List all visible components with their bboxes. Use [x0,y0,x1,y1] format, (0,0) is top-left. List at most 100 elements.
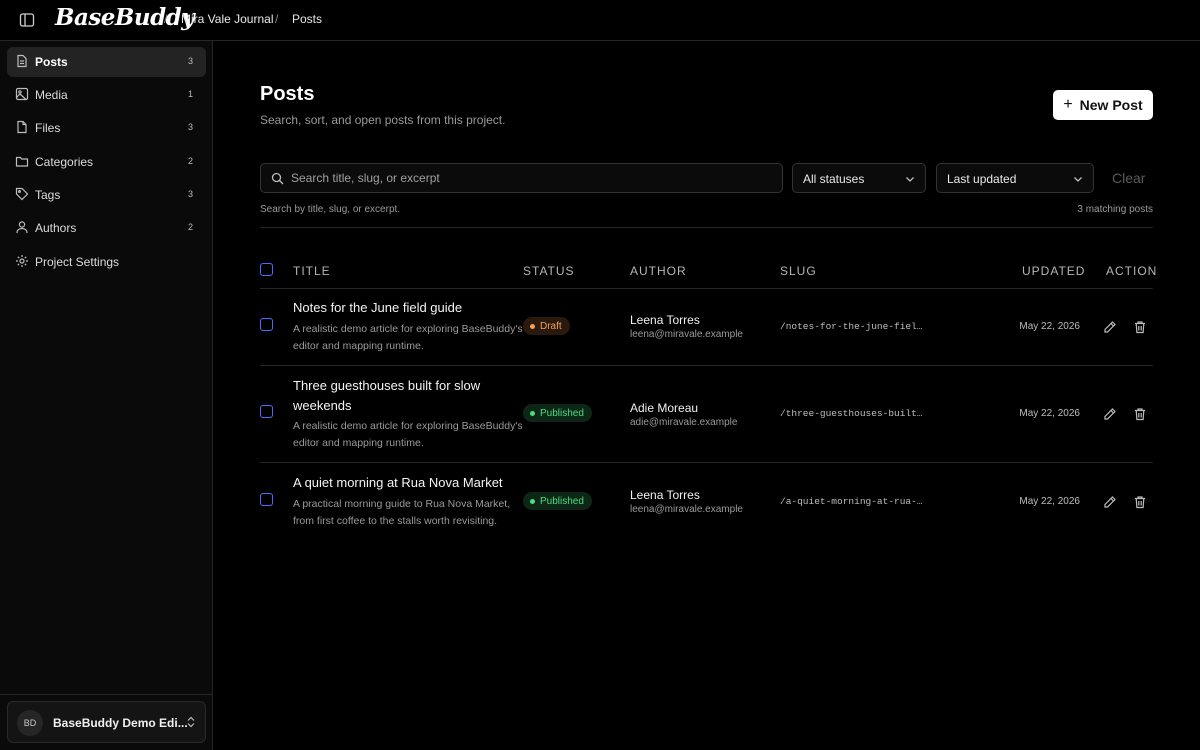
chevron-down-icon [1074,177,1082,182]
sidebar-item-label: Categories [35,155,94,169]
sidebar-item-project-settings[interactable]: Project Settings [7,247,206,277]
updated-date: May 22, 2026 [1019,321,1080,332]
chevron-up-down-icon [187,716,195,728]
sidebar-item-label: Authors [35,221,77,235]
select-all-checkbox[interactable] [260,263,273,276]
avatar: BD [17,710,43,736]
post-title[interactable]: Notes for the June field guide [293,298,498,318]
sidebar-item-count: 3 [187,189,193,199]
search-icon [271,172,284,185]
image-icon [15,87,29,101]
folder-icon [15,156,29,167]
sidebar-item-count: 1 [187,89,193,99]
tag-icon [15,187,29,201]
sidebar-item-categories[interactable]: Categories 2 [7,147,206,177]
column-header-action: ACTION [1106,264,1158,278]
workspace-switcher[interactable]: BD BaseBuddy Demo Edi... [7,701,206,743]
status-label: Published [540,495,584,507]
breadcrumb-project[interactable]: Mira Vale Journal [181,12,273,26]
sidebar-item-label: Project Settings [35,255,120,269]
new-post-label: New Post [1079,97,1143,113]
breadcrumb-separator: / [164,12,168,26]
author-name: Leena Torres [630,488,700,502]
top-bar: BaseBuddy / Mira Vale Journal / Posts [0,0,1200,41]
app-logo[interactable]: BaseBuddy [55,4,195,31]
column-header-author[interactable]: AUTHOR [630,264,687,278]
column-header-title[interactable]: TITLE [293,264,331,278]
post-excerpt: A realistic demo article for exploring B… [293,323,523,352]
post-title[interactable]: A quiet morning at Rua Nova Market [293,473,523,493]
post-title[interactable]: Three guesthouses built for slow weekend… [293,376,498,416]
search-input[interactable] [291,164,771,192]
search-hint: Search by title, slug, or excerpt. [260,204,401,215]
chevron-down-icon [906,177,914,182]
edit-icon[interactable] [1103,320,1117,334]
breadcrumb-separator: / [275,12,279,26]
user-icon [16,221,28,234]
sort-select[interactable]: Last updated [936,163,1094,193]
sidebar-item-posts[interactable]: Posts 3 [7,47,206,77]
sidebar-item-label: Tags [35,188,61,202]
post-excerpt: A practical morning guide to Rua Nova Ma… [293,498,511,527]
edit-icon[interactable] [1103,495,1117,509]
status-dot [530,410,535,416]
trash-icon[interactable] [1133,495,1147,509]
row-checkbox[interactable] [260,405,273,418]
column-header-status[interactable]: STATUS [523,264,575,278]
post-excerpt: A realistic demo article for exploring B… [293,420,523,449]
clear-filters-button[interactable]: Clear [1112,170,1145,186]
row-checkbox[interactable] [260,493,273,506]
author-email: leena@miravale.example [630,504,743,515]
column-header-updated[interactable]: UPDATED [1022,264,1085,278]
search-box[interactable] [260,163,783,193]
edit-icon[interactable] [1103,407,1117,421]
sidebar: Posts 3 Media 1 Files 3 Categories 2 Tag… [0,41,213,750]
author-email: adie@miravale.example [630,417,738,428]
author-email: leena@miravale.example [630,329,743,340]
row-checkbox[interactable] [260,318,273,331]
sort-value: Last updated [947,172,1017,186]
updated-date: May 22, 2026 [1019,496,1080,507]
post-slug: /three-guesthouses-built-for-slow-weeken… [780,408,928,419]
trash-icon[interactable] [1133,320,1147,334]
trash-icon[interactable] [1133,407,1147,421]
sidebar-item-count: 2 [187,156,193,166]
sidebar-item-count: 3 [187,56,193,66]
main-content: Posts Search, sort, and open posts from … [214,41,1200,750]
sidebar-item-media[interactable]: Media 1 [7,80,206,110]
post-slug: /a-quiet-morning-at-rua-nova-market [780,496,928,507]
workspace-name: BaseBuddy Demo Edi... [53,716,188,730]
sidebar-item-files[interactable]: Files 3 [7,113,206,143]
sidebar-toggle-icon[interactable] [19,12,35,28]
sidebar-item-tags[interactable]: Tags 3 [7,180,206,210]
page-subtitle: Search, sort, and open posts from this p… [260,113,506,127]
post-slug: /notes-for-the-june-field-guide [780,321,928,332]
plus-icon: + [1063,96,1073,113]
status-filter-value: All statuses [803,172,865,186]
sidebar-item-authors[interactable]: Authors 2 [7,213,206,243]
author-name: Leena Torres [630,313,700,327]
author-name: Adie Moreau [630,401,699,415]
status-filter-select[interactable]: All statuses [792,163,926,193]
sidebar-divider [0,694,213,695]
status-label: Draft [540,320,562,332]
gear-icon [16,255,28,267]
breadcrumb-current[interactable]: Posts [292,12,322,26]
updated-date: May 22, 2026 [1019,408,1080,419]
sidebar-item-label: Posts [35,55,68,69]
status-dot [530,323,535,329]
new-post-button[interactable]: + New Post [1053,90,1153,120]
table-row[interactable]: Notes for the June field guide A realist… [260,289,1153,366]
status-dot [530,498,535,504]
page-title: Posts [260,83,315,105]
status-label: Published [540,407,584,419]
table-row[interactable]: A quiet morning at Rua Nova Market A pra… [260,463,1153,541]
status-badge: Published [523,492,592,510]
table-row[interactable]: Three guesthouses built for slow weekend… [260,366,1153,463]
status-badge: Draft [523,317,570,335]
sidebar-item-label: Files [35,121,61,135]
match-count: 3 matching posts [1077,204,1153,215]
file-icon [17,120,27,134]
sidebar-item-label: Media [35,88,68,102]
column-header-slug[interactable]: SLUG [780,264,817,278]
